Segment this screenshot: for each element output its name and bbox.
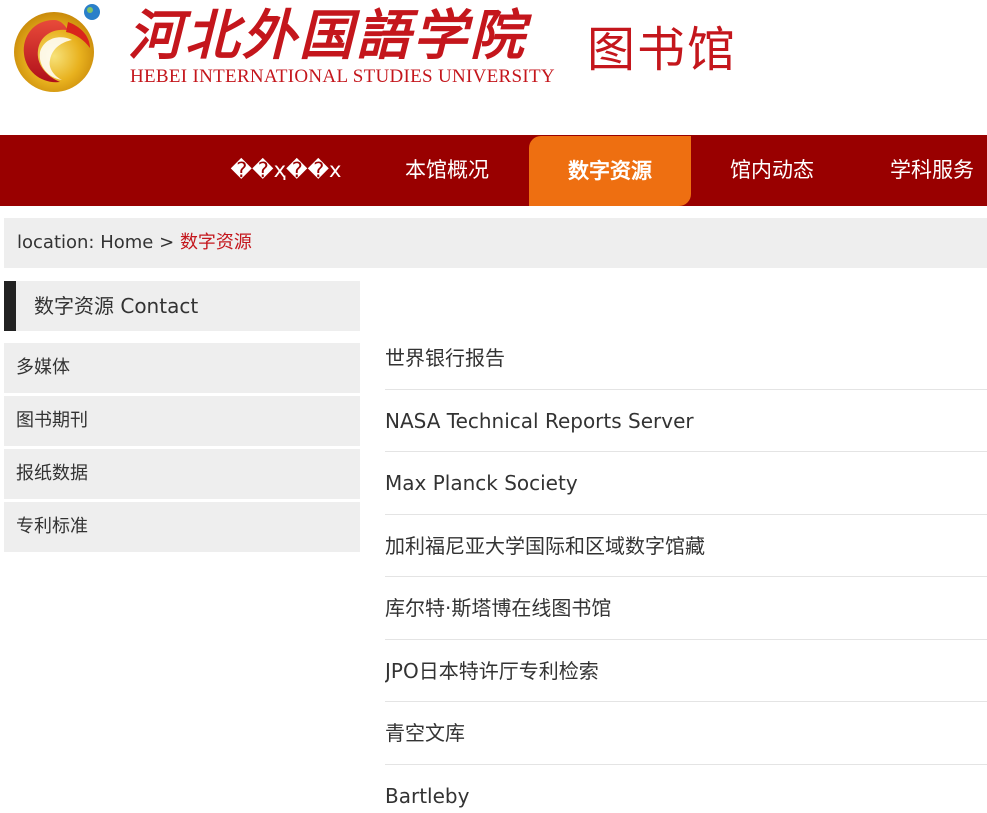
nav-item-digital-resources[interactable]: 数字资源 (529, 136, 691, 206)
school-name-en: HEBEI INTERNATIONAL STUDIES UNIVERSITY (130, 66, 555, 87)
list-item[interactable]: Bartleby (385, 765, 987, 813)
sidebar-item-multimedia[interactable]: 多媒体 (4, 343, 360, 393)
breadcrumb: location: Home > 数字资源 (4, 218, 987, 268)
breadcrumb-home-link[interactable]: Home (100, 232, 153, 253)
list-item[interactable]: JPO日本特许厅专利检索 (385, 640, 987, 702)
nav-item-subject-services[interactable]: 学科服务 (862, 135, 987, 206)
resource-list: 世界银行报告 NASA Technical Reports Server Max… (385, 327, 987, 813)
sidebar-menu: 多媒体 图书期刊 报纸数据 专利标准 (4, 343, 360, 555)
list-item[interactable]: 库尔特·斯塔博在线图书馆 (385, 577, 987, 640)
sidebar-item-patents-standards[interactable]: 专利标准 (4, 502, 360, 552)
university-logo-icon[interactable] (10, 2, 104, 96)
list-item[interactable]: NASA Technical Reports Server (385, 390, 987, 452)
sidebar-item-newspapers[interactable]: 报纸数据 (4, 449, 360, 499)
breadcrumb-current: 数字资源 (179, 232, 252, 253)
nav-item-home[interactable]: ��ҳ��x (212, 135, 360, 206)
nav-item-news[interactable]: 馆内动态 (696, 135, 848, 206)
nav-item-overview[interactable]: 本馆概况 (372, 135, 522, 206)
list-item[interactable]: 加利福尼亚大学国际和区域数字馆藏 (385, 515, 987, 577)
list-item[interactable]: 青空文库 (385, 702, 987, 765)
sidebar-item-books-journals[interactable]: 图书期刊 (4, 396, 360, 446)
school-name-cn: 河北外国語学院 (128, 3, 527, 67)
breadcrumb-prefix: location: (17, 232, 95, 253)
library-name: 图书馆 (587, 22, 738, 78)
sidebar-title: 数字资源 Contact (4, 281, 360, 331)
list-item[interactable]: Max Planck Society (385, 452, 987, 515)
list-item[interactable]: 世界银行报告 (385, 327, 987, 390)
site-header: 河北外国語学院 HEBEI INTERNATIONAL STUDIES UNIV… (0, 0, 987, 135)
main-nav: ��ҳ��x 本馆概况 数字资源 馆内动态 学科服务 (0, 135, 987, 206)
breadcrumb-separator: > (159, 232, 175, 253)
